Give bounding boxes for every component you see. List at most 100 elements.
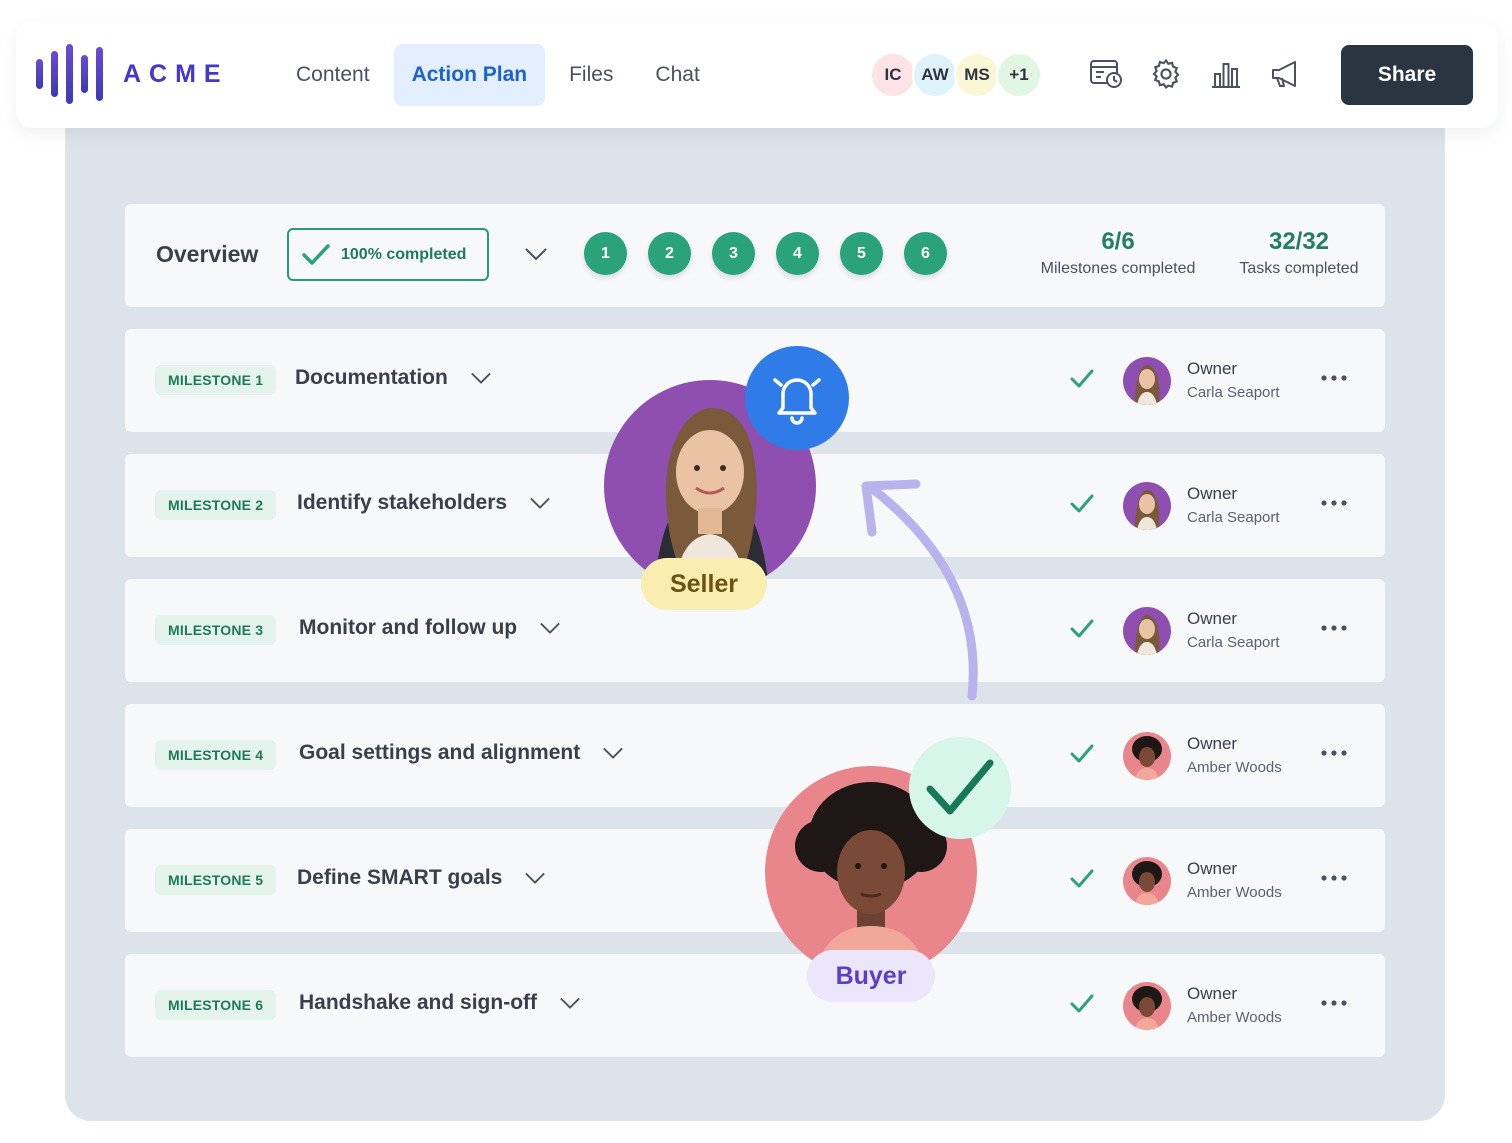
chevron-down-icon[interactable] bbox=[539, 617, 561, 639]
chevron-down-icon[interactable] bbox=[529, 492, 551, 514]
chevron-down-icon[interactable] bbox=[559, 992, 581, 1014]
megaphone-icon[interactable] bbox=[1268, 56, 1304, 92]
milestones-value: 6/6 bbox=[1101, 228, 1135, 255]
more-collaborators-badge[interactable]: +1 bbox=[996, 52, 1042, 98]
more-options-icon[interactable] bbox=[1320, 869, 1348, 887]
milestone-title-group[interactable]: Monitor and follow up bbox=[299, 616, 561, 640]
avatar[interactable]: MS bbox=[954, 52, 1000, 98]
owner-role: Owner bbox=[1187, 609, 1238, 628]
bell-icon[interactable] bbox=[745, 346, 849, 450]
owner-name: Amber Woods bbox=[1187, 759, 1282, 776]
bar-chart-icon[interactable] bbox=[1208, 56, 1244, 92]
milestone-badge: MILESTONE 1 bbox=[155, 365, 277, 395]
avatar[interactable]: AW bbox=[912, 52, 958, 98]
owner-info: Owner Amber Woods bbox=[1187, 984, 1282, 1026]
share-button[interactable]: Share bbox=[1341, 45, 1473, 105]
milestone-row[interactable]: MILESTONE 6 Handshake and sign-off Owner Am… bbox=[125, 954, 1385, 1057]
acme-logo[interactable]: ACME bbox=[36, 44, 229, 104]
owner-role: Owner bbox=[1187, 984, 1238, 1003]
seller-label: Seller bbox=[641, 558, 767, 610]
curved-arrow-icon bbox=[840, 470, 990, 715]
more-options-icon[interactable] bbox=[1320, 369, 1348, 387]
chevron-down-icon[interactable] bbox=[524, 242, 548, 271]
brand-name: ACME bbox=[123, 59, 229, 88]
step-5[interactable]: 5 bbox=[840, 232, 883, 275]
owner-info: Owner Carla Seaport bbox=[1187, 609, 1280, 651]
owner-name: Amber Woods bbox=[1187, 1009, 1282, 1026]
chevron-down-icon[interactable] bbox=[524, 867, 546, 889]
step-3[interactable]: 3 bbox=[712, 232, 755, 275]
calendar-clock-icon[interactable] bbox=[1088, 56, 1124, 92]
step-6[interactable]: 6 bbox=[904, 232, 947, 275]
toolbar-icons bbox=[1088, 56, 1304, 92]
milestone-title: Identify stakeholders bbox=[297, 491, 508, 514]
collaborator-avatars[interactable]: IC AW MS +1 bbox=[870, 52, 1042, 98]
milestone-row[interactable]: MILESTONE 5 Define SMART goals Owner Amber … bbox=[125, 829, 1385, 932]
step-4[interactable]: 4 bbox=[776, 232, 819, 275]
owner-role: Owner bbox=[1187, 359, 1238, 378]
tasks-stat: 32/32 Tasks completed bbox=[1233, 228, 1365, 278]
milestone-row[interactable]: MILESTONE 4 Goal settings and alignment Ow… bbox=[125, 704, 1385, 807]
checkmark-icon bbox=[302, 243, 330, 265]
checkmark-icon bbox=[1069, 992, 1095, 1021]
milestone-badge: MILESTONE 6 bbox=[155, 990, 277, 1020]
avatar[interactable] bbox=[1123, 982, 1171, 1030]
avatar[interactable] bbox=[1123, 732, 1171, 780]
tab-content[interactable]: Content bbox=[278, 44, 388, 106]
overview-title: Overview bbox=[156, 241, 259, 267]
milestone-title-group[interactable]: Goal settings and alignment bbox=[299, 741, 624, 765]
owner-role: Owner bbox=[1187, 859, 1238, 878]
more-options-icon[interactable] bbox=[1320, 619, 1348, 637]
milestone-title: Goal settings and alignment bbox=[299, 741, 581, 764]
milestone-title-group[interactable]: Documentation bbox=[295, 366, 492, 390]
milestones-stat: 6/6 Milestones completed bbox=[1035, 228, 1201, 278]
more-options-icon[interactable] bbox=[1320, 994, 1348, 1012]
checkmark-icon bbox=[909, 737, 1011, 839]
milestone-title: Handshake and sign-off bbox=[299, 991, 538, 1014]
owner-role: Owner bbox=[1187, 484, 1238, 503]
owner-info: Owner Carla Seaport bbox=[1187, 359, 1280, 401]
tab-chat[interactable]: Chat bbox=[637, 44, 717, 106]
milestone-title-group[interactable]: Identify stakeholders bbox=[297, 491, 551, 515]
milestone-badge: MILESTONE 3 bbox=[155, 615, 277, 645]
owner-info: Owner Carla Seaport bbox=[1187, 484, 1280, 526]
avatar[interactable] bbox=[1123, 357, 1171, 405]
owner-info: Owner Amber Woods bbox=[1187, 734, 1282, 776]
avatar[interactable] bbox=[1123, 482, 1171, 530]
owner-name: Carla Seaport bbox=[1187, 509, 1280, 526]
milestone-title: Documentation bbox=[295, 366, 448, 389]
milestone-steps: 1 2 3 4 5 6 bbox=[584, 232, 947, 275]
chevron-down-icon[interactable] bbox=[470, 367, 492, 389]
milestone-title-group[interactable]: Define SMART goals bbox=[297, 866, 546, 890]
avatar[interactable]: IC bbox=[870, 52, 916, 98]
tasks-value: 32/32 bbox=[1268, 228, 1330, 255]
checkmark-icon bbox=[1069, 617, 1095, 646]
top-navigation-bar: ACME Content Action Plan Files Chat IC A… bbox=[16, 22, 1498, 128]
checkmark-icon bbox=[1069, 867, 1095, 896]
step-1[interactable]: 1 bbox=[584, 232, 627, 275]
checkmark-icon bbox=[1069, 492, 1095, 521]
milestone-badge: MILESTONE 4 bbox=[155, 740, 277, 770]
tab-action-plan[interactable]: Action Plan bbox=[393, 44, 546, 106]
more-options-icon[interactable] bbox=[1320, 744, 1348, 762]
buyer-label: Buyer bbox=[807, 950, 935, 1002]
owner-role: Owner bbox=[1187, 734, 1238, 753]
owner-name: Carla Seaport bbox=[1187, 384, 1280, 401]
avatar[interactable] bbox=[1123, 857, 1171, 905]
step-2[interactable]: 2 bbox=[648, 232, 691, 275]
milestone-title: Define SMART goals bbox=[297, 866, 503, 889]
owner-name: Amber Woods bbox=[1187, 884, 1282, 901]
tab-files[interactable]: Files bbox=[551, 44, 631, 106]
tasks-label: Tasks completed bbox=[1239, 260, 1359, 277]
gear-icon[interactable] bbox=[1148, 56, 1184, 92]
avatar[interactable] bbox=[1123, 607, 1171, 655]
chevron-down-icon[interactable] bbox=[602, 742, 624, 764]
completion-label: 100% completed bbox=[341, 245, 467, 263]
milestone-badge: MILESTONE 2 bbox=[155, 490, 277, 520]
completion-badge: 100% completed bbox=[287, 228, 489, 281]
checkmark-icon bbox=[1069, 742, 1095, 771]
more-options-icon[interactable] bbox=[1320, 494, 1348, 512]
milestone-title: Monitor and follow up bbox=[299, 616, 518, 639]
milestones-label: Milestones completed bbox=[1040, 260, 1196, 277]
milestone-title-group[interactable]: Handshake and sign-off bbox=[299, 991, 581, 1015]
